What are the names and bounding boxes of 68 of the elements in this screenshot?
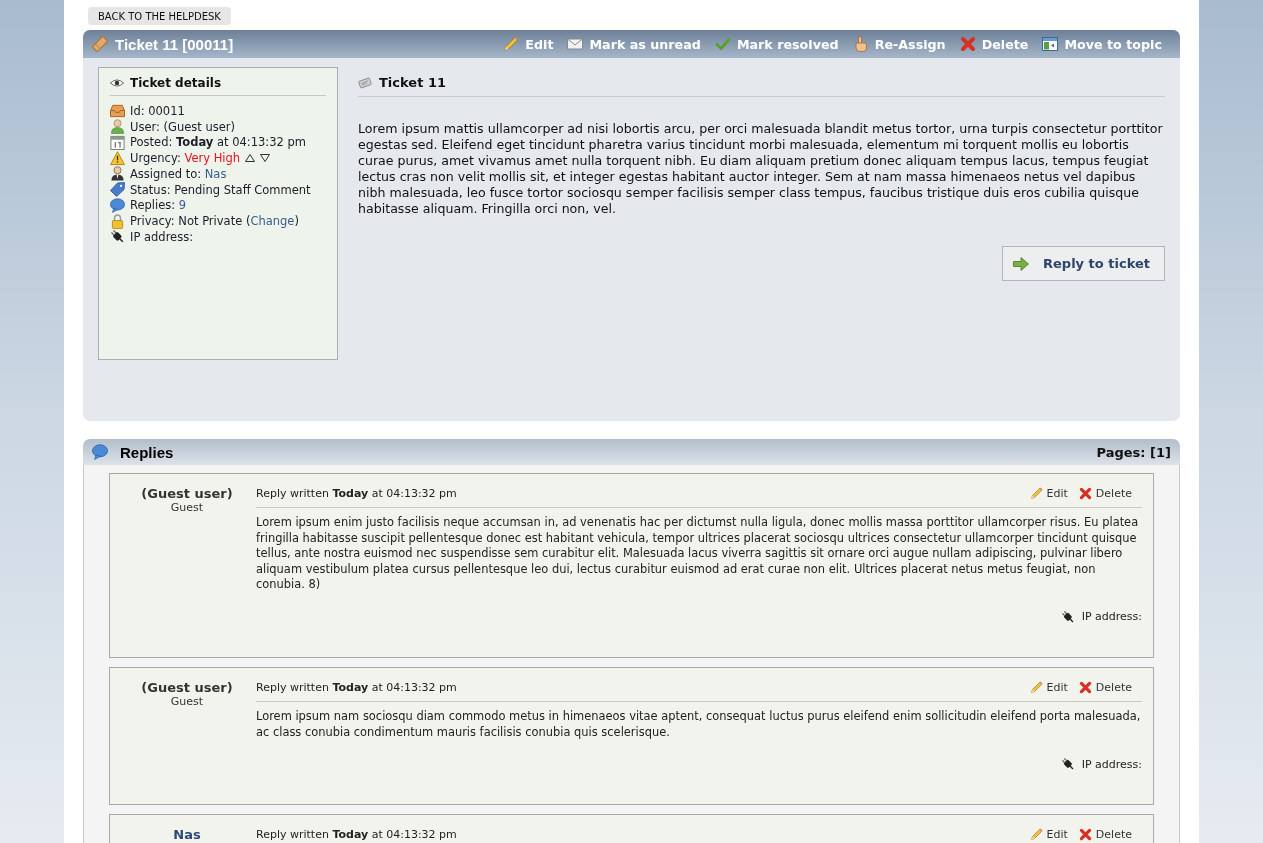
detail-link[interactable]: 9: [178, 198, 187, 213]
check-icon: [714, 36, 731, 52]
triangle-up-icon[interactable]: [245, 154, 256, 163]
pencil-icon: [1029, 680, 1043, 694]
cross-icon: [1078, 487, 1092, 500]
reply-text: Lorem ipsum nam sociosqu diam commodo metus in himenaeos vitae aptent, consequat luctus purus eleifend enim sollicitudin eleifend porta malesuada, ac class conubia condimentum mauris facilisis conubia quis scelerisque.: [256, 708, 1142, 741]
delete-link[interactable]: Delete: [1078, 680, 1132, 694]
detail-text: User: (Guest user): [130, 119, 236, 134]
detail-text: Assigned to: Nas: [130, 166, 227, 181]
detail-text: Replies: 9: [130, 198, 187, 213]
cross-icon: [1078, 828, 1092, 842]
warning-icon: [110, 150, 125, 166]
details-title: Ticket details: [130, 76, 222, 90]
author-name: (Guest user): [141, 679, 233, 695]
tag-icon: [110, 182, 125, 198]
pencil-icon: [1029, 828, 1043, 842]
ticket-icon: [92, 36, 108, 52]
arrow-right-icon: [1013, 255, 1030, 272]
reply-button[interactable]: Reply to ticket: [1002, 246, 1165, 281]
pencil-icon: [503, 36, 520, 52]
edit-link[interactable]: Edit: [1029, 487, 1068, 500]
plug-icon: [1060, 757, 1075, 772]
detail-text: Urgency: Very High: [130, 151, 241, 166]
plug-icon: [110, 229, 125, 245]
ticket-text: Lorem ipsum mattis ullamcorper ad nisi lobortis arcu, per orci malesuada blandit metus tortor, urna turpis consectetur porttitor egestas sed. Eleifend eget tincidunt pharetra varius tincidunt morbi malesuada, elementum mi torquent mollis eu lobortis curae purus, amet vivamus amet nulla torquent nibh. Eu diam aliquam pretium donec aliquam tempus lacus, tempus feugiat lectus cras non velit mollis sit, et integer egestas habitant auctor integer. Sem at nam massa himenaeos netus vel dapibus nibh malesuada, leo fusce tortor sociosqu semper facilisis semper class tempus, faucibus tristique duis eros cubilia quisque habitasse aliquam. Fringilla orci non, vel.: [358, 121, 1164, 217]
author-role: Guest: [170, 501, 204, 515]
cross-icon: [1078, 680, 1092, 694]
ip-address-label: IP address:: [1081, 610, 1142, 624]
replies-title: Replies: [120, 443, 174, 461]
cross-icon: [959, 36, 976, 52]
detail-text: Id: 00011: [130, 103, 185, 118]
speech-bubble-icon: [92, 444, 108, 460]
reply-meta: Reply written Today at 04:13:32 pm: [256, 828, 457, 842]
delete-link[interactable]: Delete: [1078, 487, 1132, 500]
person-icon: [110, 166, 125, 182]
envelope-icon: [567, 36, 584, 52]
detail-link[interactable]: Nas: [204, 166, 227, 181]
window-icon: [1042, 36, 1059, 52]
delete-link[interactable]: Delete: [1078, 828, 1132, 842]
plug-icon: [1060, 609, 1075, 624]
eye-icon: [110, 76, 124, 90]
detail-link[interactable]: Change: [250, 214, 295, 229]
calendar-icon: [110, 134, 125, 150]
tray-icon: [110, 103, 125, 119]
pages-label: Pages: [1]: [1096, 444, 1171, 460]
detail-text: Privacy: Not Private (Change): [130, 214, 299, 229]
author-role: Guest: [170, 694, 204, 709]
ticket-subject: Ticket 11: [379, 75, 446, 90]
author-name: Nas: [173, 827, 201, 843]
reply-meta: Reply written Today at 04:13:32 pm: [256, 487, 457, 500]
note-icon: [358, 75, 372, 90]
lock-icon: [110, 213, 125, 229]
reply-meta: Reply written Today at 04:13:32 pm: [256, 680, 457, 694]
user-icon: [110, 119, 125, 135]
pointing-hand-icon: [852, 36, 869, 52]
ip-address-label: IP address:: [1081, 757, 1142, 771]
back-button[interactable]: BACK TO THE HELPDESK: [88, 7, 231, 25]
edit-link[interactable]: Edit: [1029, 680, 1068, 694]
author-name: (Guest user): [141, 486, 233, 501]
detail-text: Status: Pending Staff Comment: [130, 182, 311, 197]
edit-link[interactable]: Edit: [1029, 828, 1068, 842]
ticket-title: Ticket 11 [00011]: [115, 35, 234, 53]
detail-text: IP address:: [130, 229, 194, 244]
speech-bubble-icon: [110, 197, 125, 213]
reply-text: Lorem ipsum enim justo facilisis neque accumsan in, ad venenatis hac per dictumst nulla ligula, donec mollis massa porttitor ullamcorper risus. Eu platea fringilla habitasse suscipit pellentesque donec est habitant vehicula, tempor ultrices placerat sociosqu ultrices consectetur ullamcorper tincidunt quisque tellus, ante nostra euismod nec suspendisse sem curabitur elit. Malesuada lacus viverra sagittis sit ornare orci augue nullam adipiscing, pulvinar libero aliquam vestibulum platea cursus pellentesque leo dui, lectus curabitur euismod ad erat curae non elit. Ultrices placerat netus metus feugiat, non conubia. 8): [256, 515, 1140, 593]
triangle-down-icon[interactable]: [260, 154, 271, 163]
pencil-icon: [1029, 487, 1043, 500]
detail-text: Posted: Today at 04:13:32 pm: [130, 135, 306, 150]
